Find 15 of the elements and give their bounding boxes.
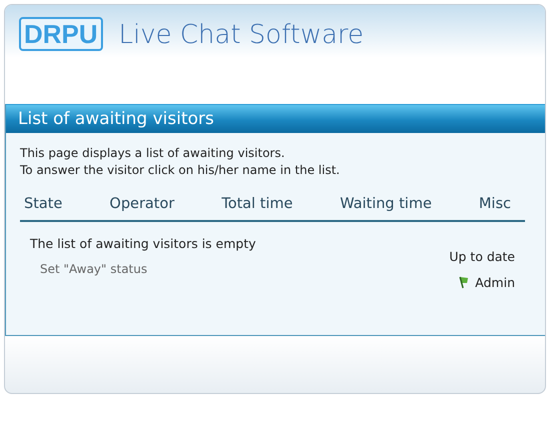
column-header: Waiting time	[340, 196, 432, 212]
column-header: Total time	[222, 196, 293, 212]
logo: DRPU	[19, 17, 103, 51]
away-status-link[interactable]: Set "Away" status	[30, 262, 256, 276]
intro-text: This page displays a list of awaiting visitors.	[20, 145, 286, 162]
intro-text: To answer the visitor click on his/her name in the list.	[20, 162, 341, 179]
column-header: State	[24, 196, 62, 212]
operator-name: Admin	[475, 275, 515, 290]
update-status: Up to date	[449, 249, 515, 264]
column-header: Operator	[110, 196, 174, 212]
empty-message: The list of awaiting visitors is empty	[30, 236, 256, 251]
column-header: Misc	[478, 196, 511, 212]
status-flag-icon	[458, 276, 470, 289]
panel-title: List of awaiting visitors	[6, 104, 545, 133]
app-title: Live Chat Software	[118, 19, 364, 52]
